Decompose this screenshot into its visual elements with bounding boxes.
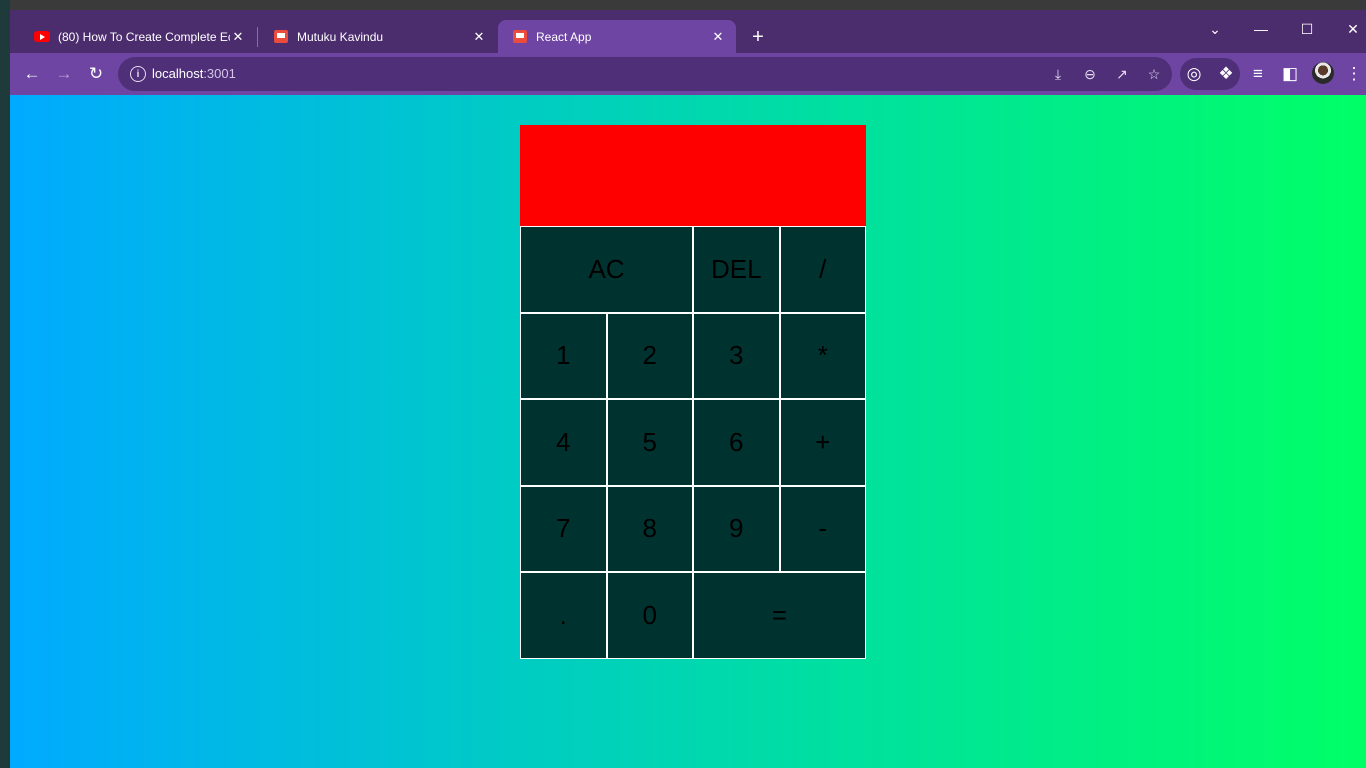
all-clear-button[interactable]: AC <box>520 226 693 313</box>
url-text[interactable]: localhost:3001 <box>152 66 236 81</box>
forward-icon[interactable]: → <box>50 60 78 88</box>
tab-youtube[interactable]: (80) How To Create Complete Ec ✕ <box>20 20 256 53</box>
extension-icon[interactable]: ◎ <box>1180 60 1208 88</box>
tab-strip: (80) How To Create Complete Ec ✕ Mutuku … <box>10 10 1366 53</box>
media-control-icon[interactable]: ≡ <box>1244 60 1272 88</box>
digit-6-button[interactable]: 6 <box>693 399 780 486</box>
close-tab-icon[interactable]: ✕ <box>471 29 487 45</box>
tab-react-app[interactable]: React App ✕ <box>498 20 736 53</box>
calculator-display <box>520 125 866 226</box>
digit-7-button[interactable]: 7 <box>520 485 607 572</box>
add-button[interactable]: + <box>779 399 866 486</box>
tab-title: React App <box>536 29 592 44</box>
bookmark-star-icon[interactable]: ☆ <box>1144 64 1164 84</box>
profile-avatar[interactable] <box>1312 62 1334 84</box>
zoom-icon[interactable]: ⊖ <box>1080 64 1100 84</box>
multiply-button[interactable]: * <box>779 312 866 399</box>
menu-kebab-icon[interactable]: ⋮ <box>1340 60 1366 88</box>
minimize-icon[interactable]: — <box>1246 16 1276 42</box>
digit-8-button[interactable]: 8 <box>606 485 693 572</box>
youtube-icon <box>34 29 50 45</box>
tab-title: Mutuku Kavindu <box>297 29 384 44</box>
site-info-icon[interactable]: i <box>130 66 146 82</box>
digit-2-button[interactable]: 2 <box>606 312 693 399</box>
digit-1-button[interactable]: 1 <box>520 312 607 399</box>
calculator-grid: AC DEL / 1 2 3 * 4 5 6 + 7 8 9 - . 0 = <box>520 125 866 659</box>
tab-mutuku-kavindu[interactable]: Mutuku Kavindu ✕ <box>259 20 497 53</box>
close-tab-icon[interactable]: ✕ <box>230 29 246 45</box>
subtract-button[interactable]: - <box>779 485 866 572</box>
divide-button[interactable]: / <box>779 226 866 313</box>
close-window-icon[interactable]: ✕ <box>1338 16 1366 42</box>
extensions-puzzle-icon[interactable]: ❖ <box>1212 60 1240 88</box>
digit-3-button[interactable]: 3 <box>693 312 780 399</box>
equals-button[interactable]: = <box>693 572 866 659</box>
close-tab-icon[interactable]: ✕ <box>710 29 726 45</box>
digit-5-button[interactable]: 5 <box>606 399 693 486</box>
side-panel-icon[interactable]: ◧ <box>1276 60 1304 88</box>
react-app-icon <box>512 29 528 45</box>
tab-search-icon[interactable]: ⌄ <box>1200 16 1230 42</box>
reload-icon[interactable]: ↻ <box>82 60 110 88</box>
delete-button[interactable]: DEL <box>693 226 780 313</box>
desktop-edge <box>0 0 10 768</box>
new-tab-button[interactable]: + <box>746 25 770 49</box>
install-app-icon[interactable]: ⤓ <box>1048 64 1068 84</box>
address-bar[interactable]: i localhost:3001 ⤓ ⊖ ↗ ☆ <box>118 57 1172 91</box>
share-icon[interactable]: ↗ <box>1112 64 1132 84</box>
digit-0-button[interactable]: 0 <box>606 572 693 659</box>
tab-separator <box>257 27 258 47</box>
url-port: :3001 <box>203 66 236 81</box>
tab-title: (80) How To Create Complete Ec <box>58 29 230 44</box>
page-viewport: AC DEL / 1 2 3 * 4 5 6 + 7 8 9 - . 0 = <box>10 95 1366 768</box>
digit-9-button[interactable]: 9 <box>693 485 780 572</box>
maximize-icon[interactable]: ☐ <box>1292 16 1322 42</box>
browser-toolbar: ← → ↻ i localhost:3001 ⤓ ⊖ ↗ ☆ ◎ ❖ ≡ ◧ ⋮ <box>10 53 1366 95</box>
browser-window: (80) How To Create Complete Ec ✕ Mutuku … <box>10 10 1366 768</box>
react-app-icon <box>273 29 289 45</box>
digit-4-button[interactable]: 4 <box>520 399 607 486</box>
back-icon[interactable]: ← <box>18 60 46 88</box>
decimal-button[interactable]: . <box>520 572 607 659</box>
url-host: localhost <box>152 66 204 81</box>
